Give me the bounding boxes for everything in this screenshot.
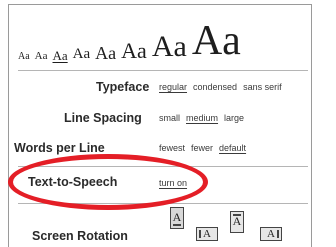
landscape-right-icon[interactable]: A bbox=[260, 227, 282, 241]
words-per-line-fewest-option[interactable]: fewest bbox=[159, 143, 185, 153]
portrait-up-icon[interactable]: A bbox=[170, 207, 184, 229]
font-size-option-4[interactable]: Aa bbox=[73, 47, 91, 62]
screen-rotation-label: Screen Rotation bbox=[32, 229, 128, 243]
font-size-selector: Aa Aa Aa Aa Aa Aa Aa Aa bbox=[18, 12, 308, 62]
line-spacing-large-option[interactable]: large bbox=[224, 113, 244, 123]
divider bbox=[18, 166, 308, 167]
words-per-line-fewer-option[interactable]: fewer bbox=[191, 143, 213, 153]
portrait-down-icon[interactable]: A bbox=[230, 211, 244, 233]
divider bbox=[18, 70, 308, 71]
divider bbox=[18, 203, 308, 204]
text-to-speech-label: Text-to-Speech bbox=[28, 175, 118, 189]
words-per-line-default-option[interactable]: default bbox=[219, 143, 246, 153]
line-spacing-medium-option[interactable]: medium bbox=[186, 113, 218, 123]
line-spacing-label: Line Spacing bbox=[64, 111, 142, 125]
font-size-option-8[interactable]: Aa bbox=[192, 20, 241, 62]
font-size-option-5[interactable]: Aa bbox=[95, 44, 116, 62]
text-to-speech-options: turn on bbox=[159, 178, 187, 188]
screen-rotation-options: A A A A bbox=[164, 205, 304, 245]
landscape-left-icon[interactable]: A bbox=[196, 227, 218, 241]
font-size-option-1[interactable]: Aa bbox=[18, 52, 30, 62]
text-to-speech-turn-on-option[interactable]: turn on bbox=[159, 178, 187, 188]
typeface-condensed-option[interactable]: condensed bbox=[193, 82, 237, 92]
typeface-options: regular condensed sans serif bbox=[159, 82, 282, 92]
font-size-option-7[interactable]: Aa bbox=[152, 32, 187, 62]
line-spacing-small-option[interactable]: small bbox=[159, 113, 180, 123]
font-size-option-6[interactable]: Aa bbox=[121, 40, 147, 62]
words-per-line-options: fewest fewer default bbox=[159, 143, 246, 153]
typeface-regular-option[interactable]: regular bbox=[159, 82, 187, 92]
font-size-option-2[interactable]: Aa bbox=[35, 51, 48, 62]
typeface-sans-serif-option[interactable]: sans serif bbox=[243, 82, 282, 92]
font-size-option-3[interactable]: Aa bbox=[53, 49, 68, 62]
line-spacing-options: small medium large bbox=[159, 113, 244, 123]
words-per-line-label: Words per Line bbox=[14, 141, 105, 155]
typeface-label: Typeface bbox=[96, 80, 150, 94]
